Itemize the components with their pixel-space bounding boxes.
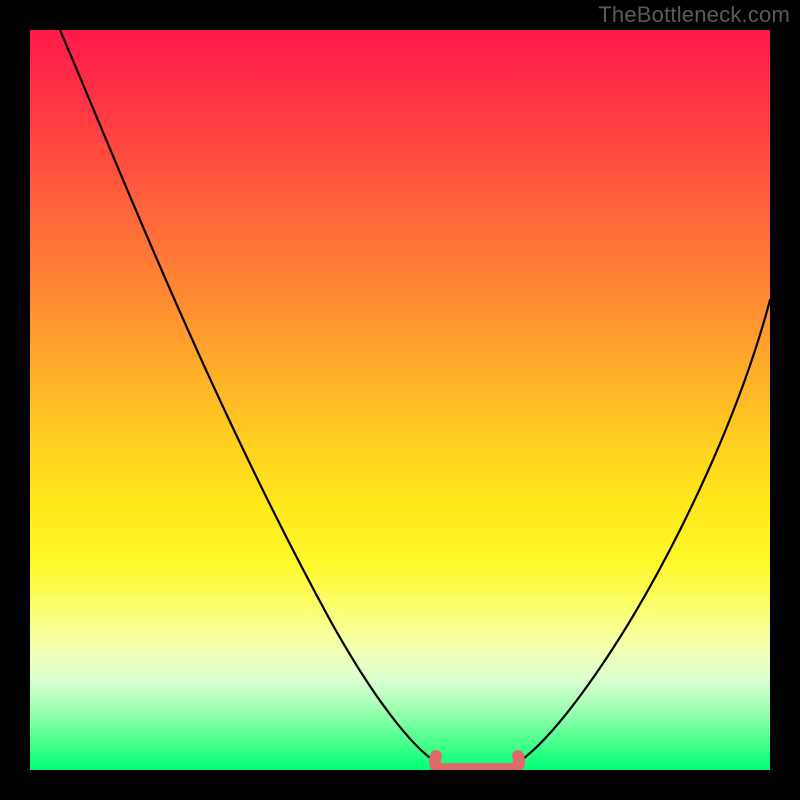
curve-layer [30, 30, 770, 770]
bottleneck-curve [60, 30, 770, 768]
valley-highlight [435, 756, 519, 769]
plot-area [30, 30, 770, 770]
watermark-text: TheBottleneck.com [598, 2, 790, 28]
chart-frame: TheBottleneck.com [0, 0, 800, 800]
